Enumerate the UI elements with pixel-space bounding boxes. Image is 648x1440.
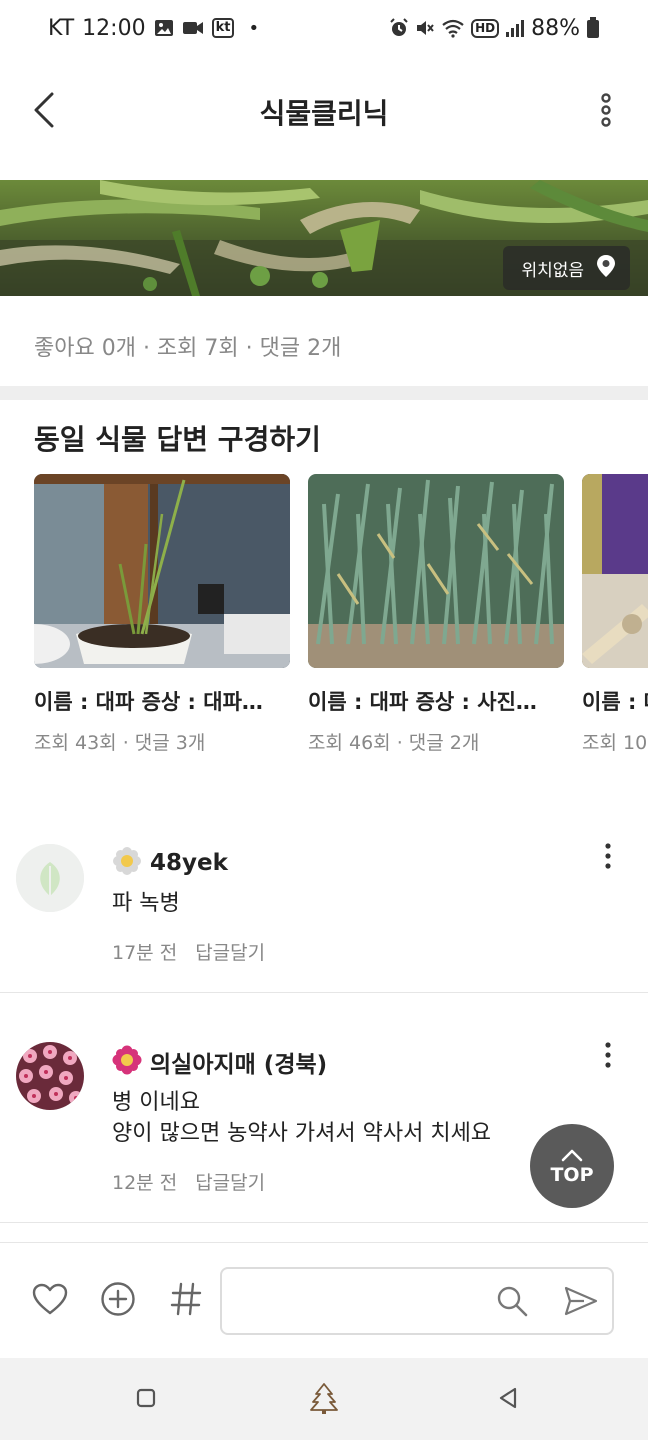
comment-time: 12분 전 (112, 1172, 178, 1194)
leaf-avatar-icon (16, 844, 84, 912)
comment-more-button[interactable] (598, 840, 618, 876)
avatar[interactable] (16, 1042, 84, 1110)
answer-card[interactable]: 이름 : 대파 증상 : 대파… 조회 43회 · 댓글 3개 (34, 474, 290, 755)
app-header: 식물클리닉 (0, 56, 648, 168)
scroll-top-label: TOP (550, 1163, 594, 1186)
post-stats: 좋아요 0개 · 조회 7회 · 댓글 2개 (34, 336, 342, 361)
mute-icon (415, 18, 435, 38)
card-meta: 조회 10 (582, 732, 648, 754)
hd-badge-icon: HD (471, 18, 500, 38)
comment-header: 48yek (112, 846, 228, 880)
more-vertical-icon (605, 1042, 611, 1072)
notification-dot: • (248, 17, 260, 39)
comment-input-box (220, 1267, 614, 1335)
flower-badge-icon (112, 846, 142, 880)
carrier-label: KT (48, 15, 75, 41)
more-vertical-icon (600, 93, 612, 131)
card-thumbnail (582, 474, 648, 668)
section-title: 동일 식물 답변 구경하기 (34, 423, 321, 456)
page-title: 식물클리닉 (259, 97, 389, 130)
comment-meta: 17분 전 답글달기 (112, 938, 265, 965)
chevron-left-icon (33, 92, 55, 132)
system-back-button[interactable] (490, 1382, 526, 1418)
comment-input[interactable] (236, 1281, 486, 1321)
card-meta: 조회 46회 · 댓글 2개 (308, 732, 480, 754)
comment-meta: 12분 전 답글달기 (112, 1168, 265, 1195)
hashtag-button[interactable] (166, 1281, 206, 1321)
comment-text-line: 병 이네요 (112, 1090, 200, 1115)
send-icon[interactable] (564, 1285, 598, 1321)
square-icon (136, 1388, 156, 1412)
card-thumbnail (34, 474, 290, 668)
comment-more-button[interactable] (598, 1039, 618, 1075)
section-divider (0, 386, 648, 400)
location-badge[interactable]: 위치없음 (503, 246, 630, 290)
battery-percent: 88% (531, 15, 580, 41)
card-meta: 조회 43회 · 댓글 3개 (34, 732, 206, 754)
triangle-back-icon (498, 1387, 518, 1413)
plus-circle-icon (100, 1281, 136, 1321)
home-button[interactable] (306, 1382, 342, 1418)
wifi-icon (441, 18, 465, 38)
comment-header: 의실아지매 (경북) (112, 1045, 327, 1079)
card-title: 이름 : 대파 증상 : 대파… (34, 690, 263, 714)
status-left: KT 12:00 kt • (48, 16, 259, 41)
video-icon (182, 20, 204, 36)
map-pin-icon (596, 254, 616, 283)
flower-badge-icon (112, 1045, 142, 1079)
tree-icon (310, 1382, 338, 1418)
reply-button[interactable]: 답글달기 (195, 938, 265, 965)
card-thumbnail (308, 474, 564, 668)
clock: 12:00 (82, 15, 146, 41)
answer-card[interactable]: 이름 : 대파 증상 : 사진… 조회 46회 · 댓글 2개 (308, 474, 564, 755)
more-vertical-icon (605, 843, 611, 873)
more-options-button[interactable] (594, 92, 618, 132)
heart-icon (32, 1283, 68, 1319)
add-attachment-button[interactable] (98, 1281, 138, 1321)
card-title: 이름 : 대파 증상 : 사진… (308, 690, 537, 714)
comment-divider (0, 1222, 648, 1223)
comment-time: 17분 전 (112, 942, 178, 964)
status-right: HD 88% (389, 16, 600, 41)
reply-button[interactable]: 답글달기 (195, 1168, 265, 1195)
avatar[interactable] (16, 844, 84, 912)
comment-text: 파 녹병 (112, 891, 180, 916)
post-photo[interactable]: 위치없음 (0, 180, 648, 296)
hashtag-icon (170, 1281, 202, 1321)
battery-icon (586, 17, 600, 39)
back-button[interactable] (24, 88, 64, 136)
kt-badge-icon: kt (211, 18, 235, 38)
answer-card[interactable]: 이름 : 대 조회 10 (582, 474, 648, 755)
card-title: 이름 : 대 (582, 690, 648, 714)
location-label: 위치없음 (521, 260, 584, 281)
comment-text: 병 이네요 양이 많으면 농약사 가셔서 약사서 치세요 (112, 1087, 491, 1149)
search-icon[interactable] (496, 1285, 528, 1321)
comment-divider (0, 992, 648, 993)
like-button[interactable] (30, 1281, 70, 1321)
alarm-icon (389, 18, 409, 38)
similar-answers-carousel[interactable]: 이름 : 대파 증상 : 대파… 조회 43회 · 댓글 3개 이름: 대파 … (34, 474, 648, 764)
status-bar: KT 12:00 kt • HD 88% (0, 0, 648, 56)
system-nav-bar (0, 1358, 648, 1440)
gallery-icon (154, 19, 174, 37)
signal-icon (505, 19, 525, 37)
comment-text-line: 양이 많으면 농약사 가셔서 약사서 치세요 (112, 1121, 492, 1146)
comment-author[interactable]: 48yek (150, 850, 228, 876)
recent-apps-button[interactable] (128, 1382, 164, 1418)
comment-author[interactable]: 의실아지매 (경북) (150, 1045, 327, 1079)
scroll-top-button[interactable]: TOP (530, 1124, 614, 1208)
comment-input-bar (0, 1242, 648, 1358)
flower-photo-avatar-icon (16, 1042, 84, 1110)
